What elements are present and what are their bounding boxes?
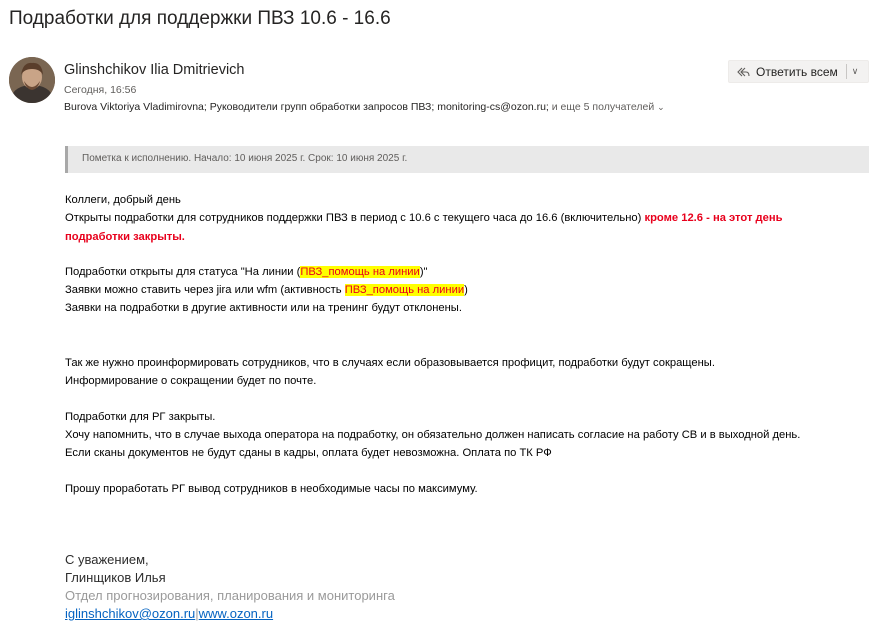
body-line-text: ) — [464, 284, 468, 296]
body-line: Так же нужно проинформировать сотруднико… — [65, 357, 715, 369]
highlighted-text: ПВЗ_помощь на линии — [300, 266, 420, 278]
recipient[interactable]: Burova Viktoriya Vladimirovna — [64, 101, 204, 113]
more-recipients-link[interactable]: и еще 5 получателей — [552, 101, 654, 113]
expand-recipients-icon[interactable]: ⌄ — [657, 102, 665, 112]
body-line: Если сканы документов не будут сданы в к… — [65, 447, 552, 459]
signature-links: iglinshchikov@ozon.ru|www.ozon.ru — [65, 606, 273, 621]
body-line: Прошу проработать РГ вывод сотрудников в… — [65, 483, 478, 495]
body-line: Заявки можно ставить через jira или wfm … — [65, 281, 468, 299]
body-line: Открыты подработки для сотрудников подде… — [65, 209, 783, 227]
reply-all-button[interactable]: Ответить всем ∨ — [728, 60, 869, 83]
signature-name: Глинщиков Илья — [65, 570, 166, 585]
reply-all-label: Ответить всем — [756, 64, 838, 79]
body-line-text: Заявки можно ставить через jira или wfm … — [65, 284, 345, 296]
flag-banner: Пометка к исполнению. Начало: 10 июня 20… — [65, 146, 869, 173]
highlighted-text: ПВЗ_помощь на линии — [344, 284, 465, 296]
body-line: Информирование о сокращении будет по поч… — [65, 375, 317, 387]
reply-all-icon — [736, 65, 750, 79]
body-line: Коллеги, добрый день — [65, 194, 181, 206]
sender-name[interactable]: Glinshchikov Ilia Dmitrievich — [64, 62, 245, 78]
message-date: Сегодня, 16:56 — [64, 84, 137, 96]
body-line-text: Подработки открыты для статуса "На линии… — [65, 266, 301, 278]
body-line: Хочу напомнить, что в случае выхода опер… — [65, 429, 801, 441]
body-line: Заявки на подработки в другие активности… — [65, 302, 462, 314]
signature-email-link[interactable]: iglinshchikov@ozon.ru — [65, 606, 195, 621]
chevron-down-icon[interactable]: ∨ — [852, 66, 859, 77]
sender-avatar[interactable] — [9, 57, 55, 103]
signature-website-link[interactable]: www.ozon.ru — [199, 606, 273, 621]
body-line-red: кроме 12.6 - на этот день — [644, 212, 783, 224]
body-line: Подработки для РГ закрыты. — [65, 411, 216, 423]
recipient[interactable]: monitoring-cs@ozon.ru — [437, 101, 546, 113]
email-subject: Подработки для поддержки ПВЗ 10.6 - 16.6 — [9, 8, 391, 29]
flag-text: Пометка к исполнению. Начало: 10 июня 20… — [82, 153, 408, 164]
body-line-text: Открыты подработки для сотрудников подде… — [65, 212, 645, 224]
signature-regards: С уважением, — [65, 552, 149, 567]
recipient[interactable]: Руководители групп обработки запросов ПВ… — [210, 101, 432, 113]
signature-department: Отдел прогнозирования, планирования и мо… — [65, 588, 395, 603]
recipients-line: Burova Viktoriya Vladimirovna; Руководит… — [64, 101, 665, 113]
body-line-red: подработки закрыты. — [65, 231, 185, 243]
button-divider — [845, 64, 847, 79]
body-line-text: )" — [419, 266, 428, 278]
body-line: Подработки открыты для статуса "На линии… — [65, 263, 428, 281]
